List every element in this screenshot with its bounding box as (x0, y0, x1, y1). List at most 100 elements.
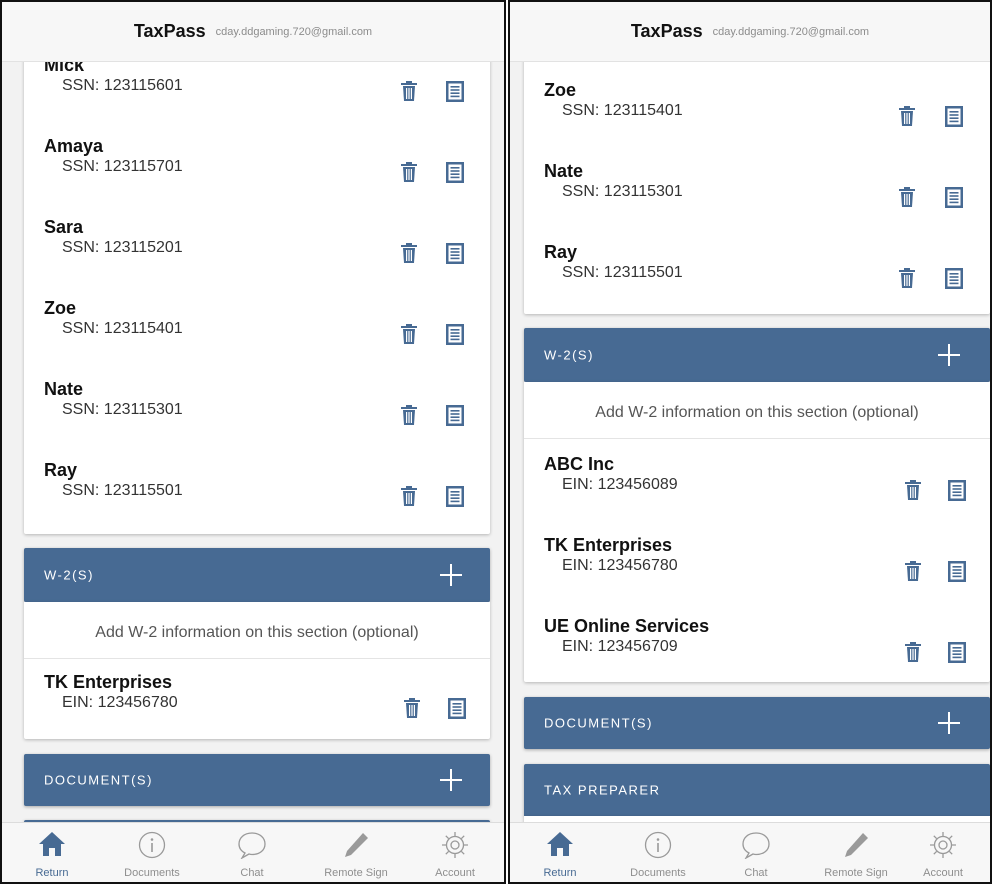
dependent-name: Nate (44, 379, 84, 399)
document-icon[interactable] (446, 405, 464, 426)
dependent-name: Ray (44, 460, 78, 480)
tab-account[interactable]: Account (893, 823, 990, 882)
user-email: cday.ddgaming.720@gmail.com (215, 25, 373, 38)
trash-icon[interactable] (401, 162, 417, 182)
trash-icon[interactable] (404, 698, 420, 718)
trash-icon[interactable] (899, 187, 915, 207)
document-icon[interactable] (446, 81, 464, 102)
tab-label: Account (923, 867, 963, 879)
tab-chat[interactable]: Chat (706, 823, 806, 882)
document-icon[interactable] (446, 162, 464, 183)
employer-ein: EIN: 123456709 (562, 638, 678, 655)
dependent-ssn: SSN: 123115201 (62, 239, 183, 256)
documents-section-header[interactable]: DOCUMENT(S) (524, 697, 990, 749)
employer-ein: EIN: 123456780 (562, 557, 678, 574)
tab-chat[interactable]: Chat (202, 823, 302, 882)
list-item[interactable]: Amaya SSN: 123115701 (24, 136, 490, 217)
trash-icon[interactable] (899, 106, 915, 126)
tax-preparer-section-header[interactable]: TAX PREPARER (524, 764, 990, 816)
w2-section-title: W-2(S) (44, 567, 94, 583)
w2-hint-text: Add W-2 information on this section (opt… (95, 624, 419, 641)
document-icon[interactable] (945, 187, 963, 208)
list-item[interactable]: Nate SSN: 123115301 (24, 379, 490, 460)
list-item[interactable]: Zoe SSN: 123115401 (24, 298, 490, 379)
list-item[interactable]: UE Online Services EIN: 123456709 (524, 616, 990, 697)
document-icon[interactable] (446, 243, 464, 264)
list-item[interactable]: ABC Inc EIN: 123456089 (524, 454, 990, 535)
add-document-button[interactable] (440, 769, 462, 791)
dependent-name: Sara (44, 217, 84, 237)
scroll-content[interactable]: Zoe SSN: 123115401 Nate SSN: 123115301 R… (510, 62, 990, 822)
w2-section-header[interactable]: W-2(S) (24, 548, 490, 602)
employer-name: UE Online Services (544, 616, 710, 636)
document-icon[interactable] (948, 480, 966, 501)
trash-icon[interactable] (401, 243, 417, 263)
dependent-ssn: SSN: 123115501 (562, 264, 683, 281)
tab-label: Account (435, 867, 475, 879)
add-w2-button[interactable] (440, 564, 462, 586)
dependent-name: Nate (544, 161, 584, 181)
dependent-ssn: SSN: 123115701 (62, 158, 183, 175)
tab-remote-sign[interactable]: Remote Sign (806, 823, 906, 882)
document-icon[interactable] (945, 106, 963, 127)
user-email: cday.ddgaming.720@gmail.com (712, 25, 870, 38)
list-item[interactable]: Ray SSN: 123115501 (24, 460, 490, 541)
tab-account[interactable]: Account (405, 823, 504, 882)
list-item[interactable]: TK Enterprises EIN: 123456780 (24, 672, 490, 753)
list-item[interactable]: TK Enterprises EIN: 123456780 (524, 535, 990, 616)
document-icon[interactable] (446, 486, 464, 507)
tab-remote-sign[interactable]: Remote Sign (306, 823, 406, 882)
gear-icon (442, 832, 468, 858)
documents-section-title: DOCUMENT(S) (544, 715, 653, 731)
list-item[interactable]: Zoe SSN: 123115401 (524, 80, 990, 161)
scroll-content[interactable]: Mick SSN: 123115601 Amaya SSN: 123115701… (2, 62, 504, 822)
employer-name: TK Enterprises (44, 672, 173, 692)
list-item[interactable]: Mick SSN: 123115601 (24, 62, 490, 136)
document-icon[interactable] (945, 268, 963, 289)
w2-hint-text: Add W-2 information on this section (opt… (595, 404, 919, 421)
divider (24, 658, 490, 659)
trash-icon[interactable] (401, 486, 417, 506)
trash-icon[interactable] (401, 324, 417, 344)
tab-label: Chat (240, 867, 264, 879)
dependent-name: Mick (44, 62, 85, 75)
dependent-name: Ray (544, 242, 578, 262)
trash-icon[interactable] (401, 81, 417, 101)
tab-label: Return (35, 867, 69, 879)
add-w2-button[interactable] (938, 344, 960, 366)
trash-icon[interactable] (905, 561, 921, 581)
tab-documents[interactable]: Documents (608, 823, 708, 882)
trash-icon[interactable] (899, 268, 915, 288)
w2-section-header[interactable]: W-2(S) (524, 328, 990, 382)
add-document-button[interactable] (938, 712, 960, 734)
document-icon[interactable] (948, 642, 966, 663)
dependent-name: Zoe (544, 80, 577, 100)
pencil-icon (845, 833, 868, 857)
trash-icon[interactable] (905, 480, 921, 500)
top-bar: TaxPass cday.ddgaming.720@gmail.com (510, 2, 990, 62)
trash-icon[interactable] (401, 405, 417, 425)
chat-bubble-icon (742, 832, 770, 859)
list-item[interactable]: Ray SSN: 123115501 (524, 242, 990, 323)
document-icon[interactable] (448, 698, 466, 719)
list-item[interactable]: Sara SSN: 123115201 (24, 217, 490, 298)
document-icon[interactable] (948, 561, 966, 582)
list-item[interactable]: Nate SSN: 123115301 (524, 161, 990, 242)
bottom-tab-bar: Return Documents Chat Remote Sign Accoun… (510, 822, 990, 882)
divider (524, 438, 990, 439)
tab-return[interactable]: Return (510, 823, 610, 882)
bottom-tab-bar: Return Documents Chat Remote Sign Accoun… (2, 822, 504, 882)
chat-bubble-icon (238, 832, 266, 859)
tab-return[interactable]: Return (2, 823, 102, 882)
app-brand: TaxPass (630, 21, 703, 41)
documents-section-header[interactable]: DOCUMENT(S) (24, 754, 490, 806)
tab-label: Chat (744, 867, 768, 879)
document-icon[interactable] (446, 324, 464, 345)
tab-documents[interactable]: Documents (102, 823, 202, 882)
trash-icon[interactable] (905, 642, 921, 662)
home-icon (39, 832, 65, 856)
dependent-ssn: SSN: 123115301 (62, 401, 183, 418)
dependents-card: Mick SSN: 123115601 Amaya SSN: 123115701… (24, 62, 490, 534)
dependents-card: Zoe SSN: 123115401 Nate SSN: 123115301 R… (524, 62, 990, 314)
pencil-icon (345, 833, 368, 857)
